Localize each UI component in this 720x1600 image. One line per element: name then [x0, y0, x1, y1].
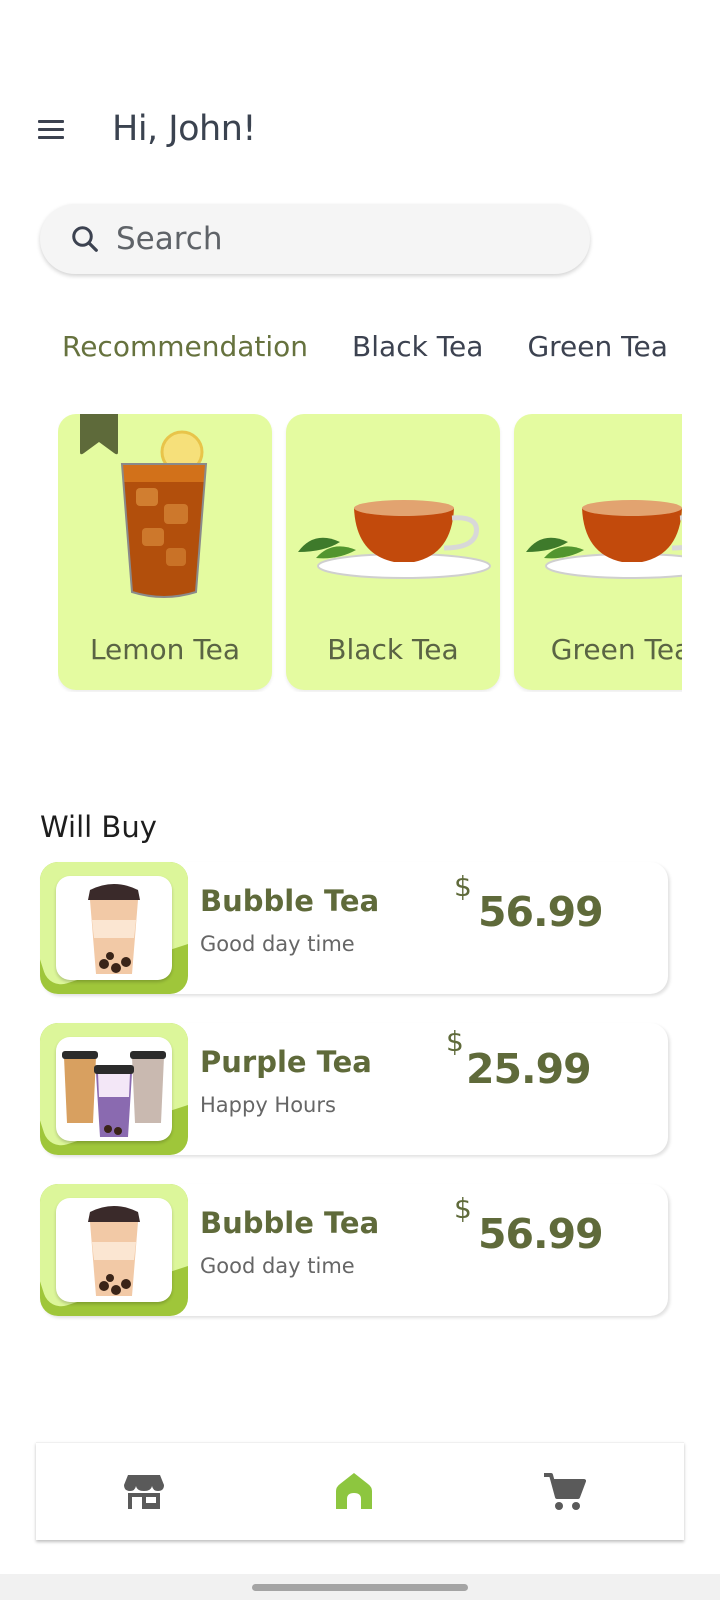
list-item[interactable]: Bubble Tea Good day time $ 56.99 [40, 862, 668, 994]
item-subtitle: Good day time [200, 932, 355, 956]
nav-cart[interactable] [542, 1469, 586, 1513]
iced-lemon-tea-image [120, 430, 208, 598]
bubble-tea-image [56, 876, 172, 980]
cart-icon [544, 1473, 586, 1510]
home-icon [336, 1473, 372, 1509]
item-name: Bubble Tea [200, 1206, 380, 1240]
item-name: Purple Tea [200, 1045, 372, 1079]
tea-cup-image [526, 500, 682, 579]
search-icon [72, 226, 98, 252]
tab-green-tea[interactable]: Green Tea [527, 330, 667, 363]
item-price: 56.99 [478, 888, 604, 936]
featured-card-label: Green Tea [550, 633, 682, 666]
store-icon [124, 1475, 164, 1509]
featured-card-black-tea[interactable]: Black Tea [286, 414, 500, 690]
will-buy-title: Will Buy [40, 810, 157, 844]
bookmark-icon[interactable] [80, 414, 118, 456]
featured-card-green-tea[interactable]: Green Tea [514, 414, 682, 690]
menu-icon[interactable] [38, 114, 70, 144]
item-price: 25.99 [466, 1045, 592, 1093]
currency-symbol: $ [446, 1025, 464, 1058]
category-tabs: Recommendation Black Tea Green Tea [62, 330, 712, 363]
featured-card-label: Lemon Tea [89, 633, 241, 666]
home-gesture-handle[interactable] [252, 1584, 468, 1591]
item-price: 56.99 [478, 1210, 604, 1258]
tab-recommendation[interactable]: Recommendation [62, 330, 308, 363]
list-item[interactable]: Purple Tea Happy Hours $ 25.99 [40, 1023, 668, 1155]
currency-symbol: $ [454, 1192, 472, 1225]
nav-store[interactable] [122, 1469, 166, 1513]
greeting-title: Hi, John! [112, 109, 256, 149]
item-name: Bubble Tea [200, 884, 380, 918]
search-input[interactable] [116, 221, 536, 257]
bubble-tea-image [56, 1198, 172, 1302]
featured-card-lemon-tea[interactable]: Lemon Tea [58, 414, 272, 690]
featured-carousel[interactable]: Lemon Tea Black Tea Green Tea [58, 414, 682, 692]
tea-cup-image [298, 500, 491, 579]
item-subtitle: Good day time [200, 1254, 355, 1278]
currency-symbol: $ [454, 870, 472, 903]
bottom-navigation [36, 1442, 684, 1540]
item-subtitle: Happy Hours [200, 1093, 336, 1117]
nav-home[interactable] [332, 1469, 376, 1513]
featured-card-label: Black Tea [327, 633, 459, 666]
tab-black-tea[interactable]: Black Tea [352, 330, 483, 363]
list-item[interactable]: Bubble Tea Good day time $ 56.99 [40, 1184, 668, 1316]
three-bubble-teas-image [56, 1037, 172, 1141]
search-bar[interactable] [40, 204, 590, 274]
